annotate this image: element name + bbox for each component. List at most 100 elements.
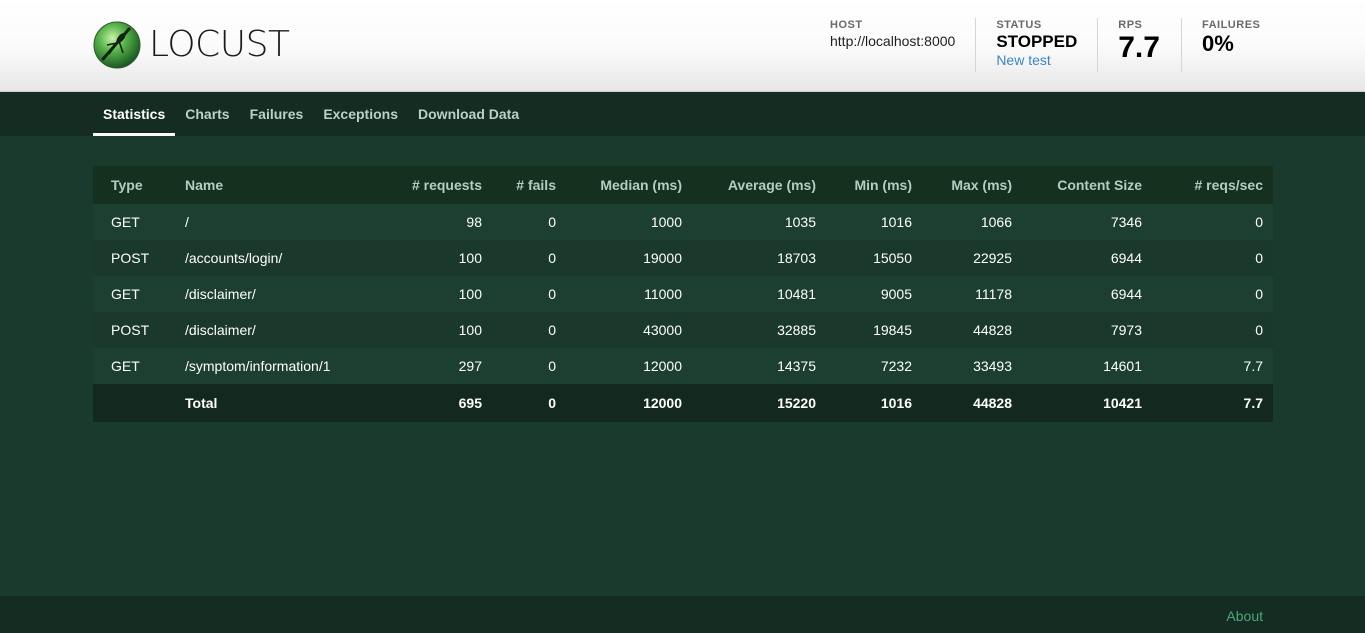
rps-value: 7.7 [1118, 31, 1160, 64]
column-header[interactable]: # requests [389, 166, 492, 204]
total-median: 12000 [566, 384, 692, 422]
total-reqs-per-sec: 7.7 [1152, 384, 1273, 422]
cell-fails: 0 [492, 348, 566, 384]
cell-fails: 0 [492, 204, 566, 240]
cell-average: 10481 [692, 276, 826, 312]
table-total-row: Total 695 0 12000 15220 1016 44828 10421… [93, 384, 1273, 422]
cell-reqs-per-sec: 0 [1152, 276, 1273, 312]
column-header[interactable]: Min (ms) [826, 166, 922, 204]
cell-requests: 100 [389, 276, 492, 312]
cell-content-size: 6944 [1022, 240, 1152, 276]
cell-max: 11178 [922, 276, 1022, 312]
column-header[interactable]: Content Size [1022, 166, 1152, 204]
cell-requests: 100 [389, 240, 492, 276]
cell-name: /accounts/login/ [175, 240, 389, 276]
cell-requests: 100 [389, 312, 492, 348]
cell-min: 9005 [826, 276, 922, 312]
total-max: 44828 [922, 384, 1022, 422]
cell-reqs-per-sec: 0 [1152, 312, 1273, 348]
rps-box: RPS 7.7 [1097, 18, 1181, 72]
statistics-table: Type Name # requests # fails Median (ms)… [93, 166, 1273, 422]
cell-min: 7232 [826, 348, 922, 384]
total-min: 1016 [826, 384, 922, 422]
cell-requests: 297 [389, 348, 492, 384]
cell-type: GET [93, 204, 175, 240]
cell-name: /symptom/information/1 [175, 348, 389, 384]
host-box: HOST http://localhost:8000 [830, 18, 975, 72]
host-label: HOST [830, 19, 863, 31]
cell-requests: 98 [389, 204, 492, 240]
tab-statistics[interactable]: Statistics [93, 92, 176, 136]
cell-average: 32885 [692, 312, 826, 348]
column-header[interactable]: Max (ms) [922, 166, 1022, 204]
header: LOCUST HOST http://localhost:8000 STATUS… [0, 0, 1365, 92]
cell-max: 22925 [922, 240, 1022, 276]
cell-name: /disclaimer/ [175, 312, 389, 348]
cell-type: POST [93, 240, 175, 276]
tab-exceptions[interactable]: Exceptions [313, 92, 408, 136]
logo: LOCUST [93, 21, 290, 69]
table-row: GET /disclaimer/ 100 0 11000 10481 9005 … [93, 276, 1273, 312]
cell-reqs-per-sec: 0 [1152, 204, 1273, 240]
cell-content-size: 7973 [1022, 312, 1152, 348]
tab-charts[interactable]: Charts [175, 92, 239, 136]
column-header[interactable]: Type [93, 166, 175, 204]
table-row: POST /accounts/login/ 100 0 19000 18703 … [93, 240, 1273, 276]
about-link[interactable]: About [1226, 608, 1263, 624]
cell-median: 19000 [566, 240, 692, 276]
cell-fails: 0 [492, 240, 566, 276]
cell-min: 1016 [826, 204, 922, 240]
app-name: LOCUST [149, 24, 290, 65]
table-row: GET /symptom/information/1 297 0 12000 1… [93, 348, 1273, 384]
cell-reqs-per-sec: 7.7 [1152, 348, 1273, 384]
total-content-size: 10421 [1022, 384, 1152, 422]
cell-content-size: 14601 [1022, 348, 1152, 384]
total-fails: 0 [492, 384, 566, 422]
statistics-table-container: Type Name # requests # fails Median (ms)… [93, 166, 1273, 422]
cell-content-size: 7346 [1022, 204, 1152, 240]
table-row: GET / 98 0 1000 1035 1016 1066 7346 0 [93, 204, 1273, 240]
cell-fails: 0 [492, 276, 566, 312]
tab-list: Statistics Charts Failures Exceptions Do… [93, 92, 529, 136]
total-type [93, 384, 175, 422]
cell-min: 19845 [826, 312, 922, 348]
column-header[interactable]: # fails [492, 166, 566, 204]
cell-type: GET [93, 276, 175, 312]
cell-type: GET [93, 348, 175, 384]
cell-name: /disclaimer/ [175, 276, 389, 312]
cell-max: 33493 [922, 348, 1022, 384]
cell-min: 15050 [826, 240, 922, 276]
tab-bar: Statistics Charts Failures Exceptions Do… [0, 92, 1365, 136]
column-header[interactable]: Median (ms) [566, 166, 692, 204]
cell-median: 1000 [566, 204, 692, 240]
column-header[interactable]: Average (ms) [692, 166, 826, 204]
cell-name: / [175, 204, 389, 240]
cell-type: POST [93, 312, 175, 348]
cell-reqs-per-sec: 0 [1152, 240, 1273, 276]
tab-download-data[interactable]: Download Data [408, 92, 529, 136]
status-box: STATUS STOPPED New test [975, 18, 1097, 72]
cell-fails: 0 [492, 312, 566, 348]
new-test-link[interactable]: New test [996, 51, 1077, 69]
failures-value: 0% [1201, 31, 1234, 56]
total-average: 15220 [692, 384, 826, 422]
status-label: STATUS [996, 19, 1042, 31]
total-label: Total [175, 384, 389, 422]
tab-failures[interactable]: Failures [240, 92, 314, 136]
stats-boxes: HOST http://localhost:8000 STATUS STOPPE… [830, 18, 1280, 72]
column-header[interactable]: # reqs/sec [1152, 166, 1273, 204]
cell-average: 18703 [692, 240, 826, 276]
cell-content-size: 6944 [1022, 276, 1152, 312]
column-header[interactable]: Name [175, 166, 389, 204]
host-value: http://localhost:8000 [830, 33, 956, 49]
status-value: STOPPED [996, 32, 1078, 51]
cell-average: 14375 [692, 348, 826, 384]
cell-median: 43000 [566, 312, 692, 348]
cell-average: 1035 [692, 204, 826, 240]
cell-median: 12000 [566, 348, 692, 384]
cell-max: 1066 [922, 204, 1022, 240]
failures-box: FAILURES 0% [1180, 18, 1280, 72]
cell-max: 44828 [922, 312, 1022, 348]
table-row: POST /disclaimer/ 100 0 43000 32885 1984… [93, 312, 1273, 348]
locust-logo-icon [93, 21, 141, 69]
